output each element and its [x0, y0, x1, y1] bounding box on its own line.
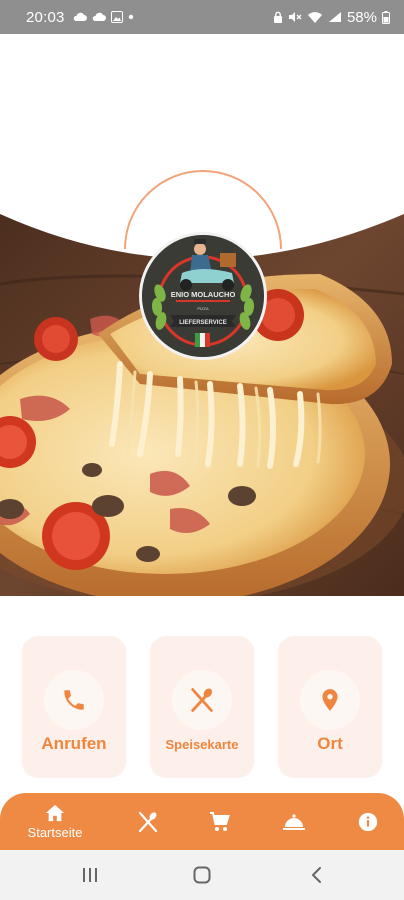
call-icon-circle — [44, 670, 104, 730]
cloche-icon — [283, 813, 305, 830]
action-cards: Anrufen Speisekarte Ort — [0, 636, 404, 778]
dot-icon — [128, 14, 133, 20]
notification-icons — [73, 11, 134, 23]
logo-name: ENIO MOLAUCHO — [171, 290, 236, 299]
status-bar: 20:03 58% — [0, 0, 404, 34]
hero-banner: ENIO MOLAUCHO PIZZA LIEFERSERVICE — [0, 34, 404, 596]
recent-apps-button[interactable] — [78, 863, 102, 887]
image-icon — [110, 11, 123, 23]
bottom-nav: Startseite — [0, 793, 404, 850]
home-icon — [45, 804, 65, 822]
menu-label: Speisekarte — [165, 737, 239, 752]
mute-icon — [288, 12, 302, 22]
menu-button[interactable]: Speisekarte — [150, 636, 254, 778]
battery-percent: 58% — [346, 8, 377, 26]
utensils-icon — [191, 688, 213, 712]
phone-icon — [64, 690, 84, 710]
call-button[interactable]: Anrufen — [22, 636, 126, 778]
restaurant-logo: ENIO MOLAUCHO PIZZA LIEFERSERVICE — [139, 232, 267, 360]
recent-apps-icon — [83, 868, 97, 882]
signal-icon — [328, 12, 341, 22]
logo-banner: LIEFERSERVICE — [179, 320, 227, 326]
cloud-icon — [73, 12, 87, 21]
cloud-icon — [92, 12, 106, 21]
nav-orders[interactable] — [274, 793, 314, 850]
back-button[interactable] — [304, 863, 328, 887]
utensils-icon — [138, 811, 158, 832]
location-icon-circle — [300, 670, 360, 730]
wifi-icon — [307, 12, 322, 23]
nav-menu[interactable] — [128, 793, 168, 850]
location-button[interactable]: Ort — [278, 636, 382, 778]
call-label: Anrufen — [41, 734, 107, 753]
logo-artwork: ENIO MOLAUCHO PIZZA LIEFERSERVICE — [142, 235, 264, 357]
nav-home-label: Startseite — [27, 825, 83, 840]
info-icon — [358, 812, 378, 831]
back-icon — [312, 867, 321, 883]
system-home-button[interactable] — [190, 863, 214, 887]
menu-icon-circle — [172, 670, 232, 730]
nav-cart[interactable] — [200, 793, 240, 850]
cart-icon — [210, 811, 230, 831]
system-home-icon — [193, 866, 211, 884]
battery-icon — [382, 10, 390, 24]
status-time: 20:03 — [26, 8, 65, 26]
nav-home[interactable]: Startseite — [14, 793, 96, 850]
nav-info[interactable] — [348, 793, 388, 850]
lock-icon — [273, 11, 282, 23]
status-right: 58% — [273, 9, 390, 26]
location-pin-icon — [322, 689, 338, 711]
system-nav-bar — [0, 850, 404, 900]
logo-small: PIZZA — [197, 306, 209, 311]
location-label: Ort — [317, 734, 343, 753]
